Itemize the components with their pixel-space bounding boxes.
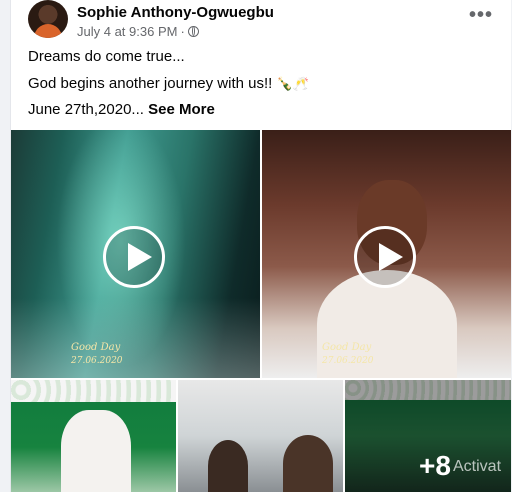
photo-2-figure-right — [283, 435, 333, 492]
play-icon[interactable] — [354, 226, 416, 288]
more-options-button[interactable]: ••• — [469, 4, 493, 27]
post-text-line-2: God begins another journey with us!! 🍾🥂 — [28, 75, 309, 92]
avatar-figure — [34, 24, 62, 38]
post-text-line-3: June 27th,2020... See More — [28, 101, 215, 118]
video-thumbnail-1[interactable]: Good Day 27.06.2020 — [11, 130, 260, 378]
author-name[interactable]: Sophie Anthony-Ogwuegbu — [77, 4, 274, 21]
play-icon[interactable] — [103, 226, 165, 288]
globe-icon[interactable] — [187, 26, 199, 37]
photo-1-flowers — [11, 380, 176, 402]
post-text-line-1: Dreams do come true... — [28, 48, 185, 65]
post-header: Sophie Anthony-Ogwuegbu July 4 at 9:36 P… — [11, 0, 511, 40]
photo-thumbnail-3[interactable]: +8 Activat — [345, 380, 511, 492]
post-text-line-2-text: God begins another journey with us!! — [28, 75, 273, 92]
photo-1-figure — [61, 410, 131, 492]
see-more-link[interactable]: See More — [148, 101, 215, 118]
video-1-floor — [11, 298, 260, 378]
video-1-watermark-date: 27.06.2020 — [71, 356, 123, 366]
champagne-icon: 🍾🥂 — [276, 76, 309, 91]
post-meta: July 4 at 9:36 PM · — [77, 24, 199, 39]
avatar[interactable] — [28, 0, 68, 38]
video-1-watermark-title: Good Day — [71, 342, 121, 353]
meta-separator: · — [180, 24, 185, 39]
post-card: Sophie Anthony-Ogwuegbu July 4 at 9:36 P… — [10, 0, 511, 492]
photo-2-figure-left — [208, 440, 248, 492]
post-text-line-3-text: June 27th,2020... — [28, 101, 144, 118]
post-timestamp[interactable]: July 4 at 9:36 PM — [77, 24, 177, 39]
video-2-watermark-title: Good Day — [322, 342, 372, 353]
photo-thumbnail-2[interactable] — [178, 380, 343, 492]
more-photos-count[interactable]: +8 — [419, 450, 451, 482]
video-thumbnail-2[interactable]: Good Day 27.06.2020 — [262, 130, 511, 378]
activation-watermark: Activat — [453, 458, 502, 475]
photo-thumbnail-1[interactable] — [11, 380, 176, 492]
video-2-watermark-date: 27.06.2020 — [322, 356, 374, 366]
